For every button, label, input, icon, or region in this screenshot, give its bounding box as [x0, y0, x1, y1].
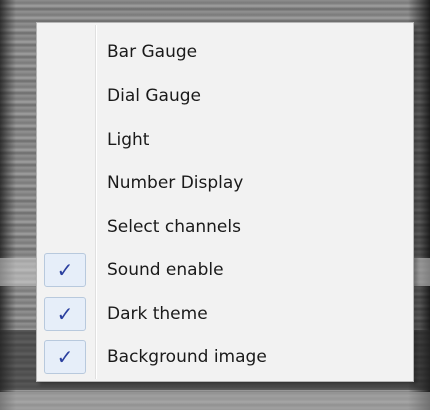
checkmark-icon: ✓: [44, 253, 86, 287]
menu-item-light[interactable]: Light: [39, 120, 411, 160]
checkmark-icon: ✓: [44, 297, 86, 331]
menu-item-label: Dark theme: [107, 304, 208, 324]
menu-item-label: Dial Gauge: [107, 86, 201, 106]
background-band: [0, 392, 430, 410]
menu-item-label: Background image: [107, 347, 267, 367]
menu-item-label: Bar Gauge: [107, 42, 198, 62]
menu-item-dark-theme[interactable]: ✓ Dark theme: [39, 294, 411, 334]
menu-item-label: Select channels: [107, 217, 241, 237]
menu-item-number-display[interactable]: Number Display: [39, 163, 411, 203]
menu-item-select-channels[interactable]: Select channels: [39, 207, 411, 247]
menu-item-dial-gauge[interactable]: Dial Gauge: [39, 76, 411, 116]
menu-item-sound-enable[interactable]: ✓ Sound enable: [39, 250, 411, 290]
menu-item-label: Light: [107, 130, 150, 150]
context-menu: Bar Gauge Dial Gauge Light Number Displa…: [36, 22, 414, 382]
menu-item-bar-gauge[interactable]: Bar Gauge: [39, 32, 411, 72]
checkmark-icon: ✓: [44, 340, 86, 374]
menu-item-label: Sound enable: [107, 260, 224, 280]
menu-item-label: Number Display: [107, 173, 244, 193]
menu-item-background-image[interactable]: ✓ Background image: [39, 337, 411, 377]
